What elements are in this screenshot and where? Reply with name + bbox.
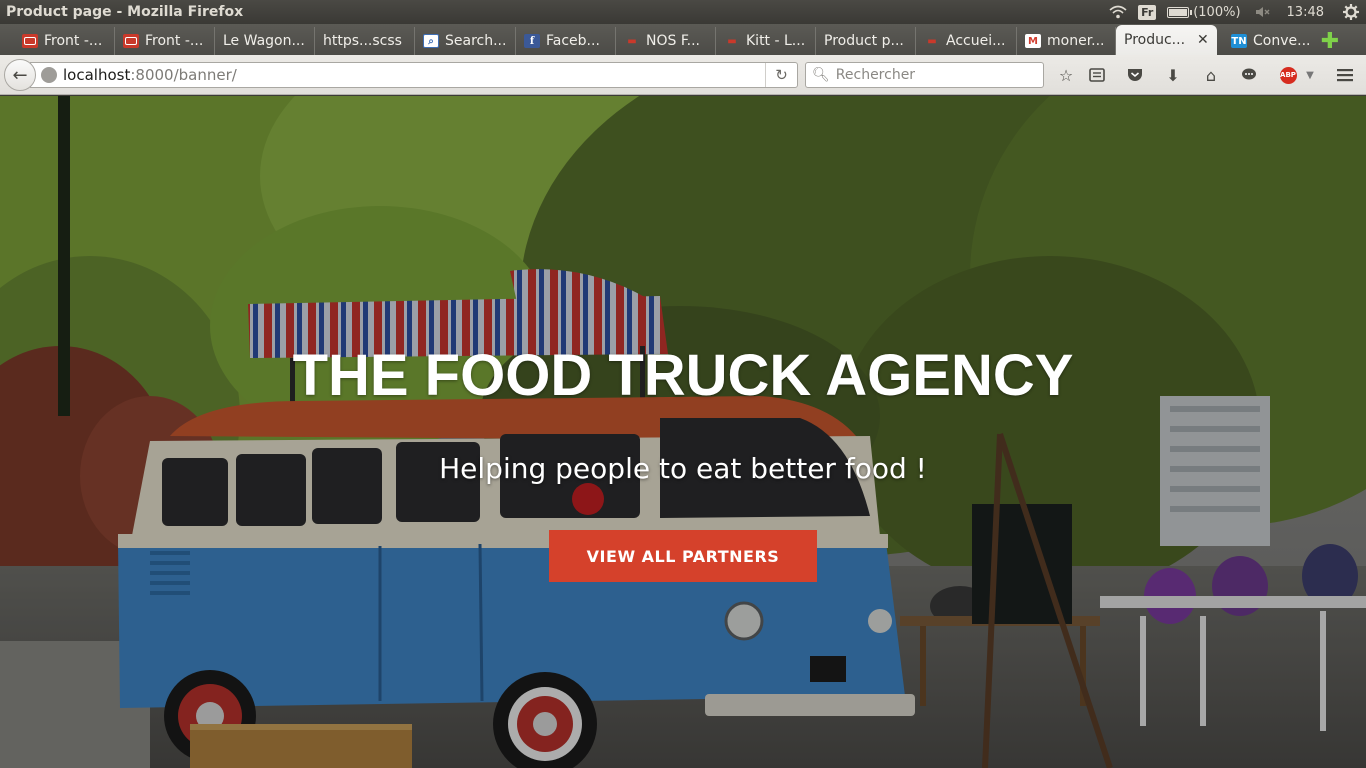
tab-4[interactable]: ⌕ Search... <box>415 27 516 55</box>
banner-dark-overlay <box>0 96 1366 768</box>
tab-3[interactable]: https...scss <box>315 27 415 55</box>
url-bar[interactable]: localhost:8000/banner/ ↻ <box>30 62 798 88</box>
red-card-icon <box>22 34 38 48</box>
plus-icon: ✚ <box>1320 28 1340 54</box>
red-truck-icon: ▬ <box>927 35 937 47</box>
tab-label: Front -... <box>44 33 103 49</box>
tab-label: Kitt - L... <box>746 33 806 49</box>
tab-0[interactable]: Front -... <box>14 27 115 55</box>
tab-2[interactable]: Le Wagon... <box>215 27 315 55</box>
url-host: localhost <box>63 66 131 84</box>
tab-10[interactable]: Mmoner... <box>1017 27 1116 55</box>
tab-6[interactable]: ▬ NOS F... <box>616 27 716 55</box>
banner-title: THE FOOD TRUCK AGENCY <box>292 343 1074 408</box>
red-truck-icon: ▬ <box>727 35 737 47</box>
os-indicators: Fr (100%) 13:48 <box>1103 0 1366 24</box>
menu-icon[interactable] <box>1333 64 1357 86</box>
window-title: Product page - Mozilla Firefox <box>6 4 244 20</box>
tn-icon: TN <box>1231 34 1247 48</box>
red-card-icon <box>123 34 139 48</box>
tab-label: Product p... <box>824 33 904 49</box>
page-content: THE FOOD TRUCK AGENCY Helping people to … <box>0 96 1366 768</box>
tab-label: Accuei... <box>946 33 1006 49</box>
adblock-icon[interactable]: ABP <box>1276 64 1300 86</box>
tab-1[interactable]: Front -... <box>115 27 215 55</box>
gmail-icon: M <box>1025 34 1041 48</box>
tab-label: Search... <box>445 33 507 49</box>
tab-label: Produc... <box>1124 32 1186 48</box>
volume-muted-icon[interactable] <box>1247 0 1279 24</box>
keyboard-layout-label: Fr <box>1138 4 1157 20</box>
tab-label: Conve... <box>1253 33 1311 49</box>
tab-label: NOS F... <box>646 33 700 49</box>
search-favicon-icon: ⌕ <box>423 34 439 48</box>
view-all-partners-button[interactable]: VIEW ALL PARTNERS <box>549 530 817 582</box>
tab-12[interactable]: TN Conve... <box>1223 27 1317 55</box>
tab-label: Le Wagon... <box>223 33 305 49</box>
url-path: :8000/banner/ <box>130 66 237 84</box>
globe-icon <box>41 67 57 83</box>
back-arrow-icon: ← <box>12 64 28 86</box>
chat-icon[interactable] <box>1237 64 1261 86</box>
download-icon[interactable]: ⬇ <box>1161 64 1185 86</box>
tab-label: https...scss <box>323 33 402 49</box>
tab-7[interactable]: ▬ Kitt - L... <box>716 27 816 55</box>
tab-label: Faceb... <box>546 33 600 49</box>
battery-label: (100%) <box>1193 4 1241 20</box>
battery-icon <box>1167 6 1193 18</box>
wifi-icon[interactable] <box>1103 0 1133 24</box>
banner-subtitle: Helping people to eat better food ! <box>439 452 927 485</box>
tab-9[interactable]: ▬ Accuei... <box>916 27 1017 55</box>
tab-strip: Front -... Front -... Le Wagon... https.… <box>0 24 1366 55</box>
bookmarks-list-icon[interactable] <box>1085 64 1109 86</box>
os-top-panel: Product page - Mozilla Firefox Fr (100%)… <box>0 0 1366 24</box>
back-button[interactable]: ← <box>4 59 36 91</box>
bookmark-star-icon[interactable]: ☆ <box>1054 64 1078 86</box>
red-truck-icon: ▬ <box>627 35 637 47</box>
pocket-icon[interactable] <box>1123 64 1147 86</box>
search-bar[interactable]: 🔍︎ <box>805 62 1044 88</box>
reload-icon[interactable]: ↻ <box>765 63 797 87</box>
gear-icon[interactable] <box>1336 0 1366 24</box>
tab-label: Front -... <box>145 33 204 49</box>
search-input[interactable] <box>835 67 1036 83</box>
clock[interactable]: 13:48 <box>1279 0 1336 24</box>
tab-8[interactable]: Product p... <box>816 27 916 55</box>
battery-indicator[interactable]: (100%) <box>1161 0 1246 24</box>
tab-label: moner... <box>1047 33 1105 49</box>
tab-5[interactable]: f Faceb... <box>516 27 616 55</box>
tab-active[interactable]: Produc... ✕ <box>1116 25 1217 55</box>
search-icon: 🔍︎ <box>812 67 830 83</box>
home-icon[interactable]: ⌂ <box>1199 64 1223 86</box>
facebook-icon: f <box>524 34 540 48</box>
navigation-toolbar: localhost:8000/banner/ ↻ ← 🔍︎ ☆ ⬇ ⌂ ABP … <box>0 55 1366 95</box>
chevron-down-icon[interactable]: ▼ <box>1298 64 1322 86</box>
close-icon[interactable]: ✕ <box>1197 32 1209 48</box>
new-tab-button[interactable]: ✚ <box>1317 27 1343 55</box>
keyboard-layout-indicator[interactable]: Fr <box>1133 0 1161 24</box>
